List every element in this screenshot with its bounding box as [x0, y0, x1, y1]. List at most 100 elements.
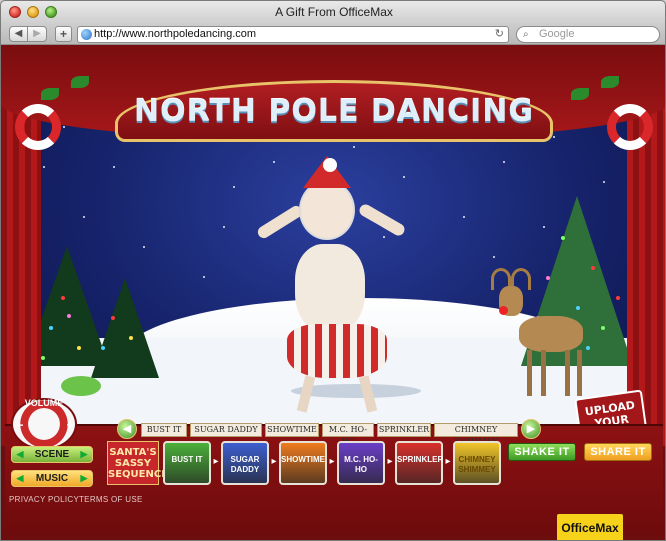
title-bar: A Gift From OfficeMax [1, 1, 665, 23]
window-title: A Gift From OfficeMax [275, 5, 393, 19]
globe-icon [81, 29, 92, 40]
chevron-left-icon: ◀ [14, 28, 23, 39]
santa-striped-shorts [287, 324, 387, 378]
reindeer-nose [499, 306, 508, 315]
santa-body [295, 244, 365, 334]
tree-light [616, 296, 620, 300]
sequence-slot[interactable]: BUST IT [163, 441, 211, 485]
dance-move-tab[interactable]: BUST IT [141, 423, 187, 437]
tree-light [101, 346, 105, 350]
shake-it-button[interactable]: SHAKE IT [508, 443, 576, 461]
santa-arm-left [255, 203, 305, 241]
tree-light [61, 296, 65, 300]
reload-icon[interactable]: ↻ [495, 27, 504, 42]
santa-head [299, 180, 355, 240]
holly-leaf-icon [41, 88, 59, 100]
tree-light [67, 314, 71, 318]
hummingbird [61, 376, 101, 396]
star [43, 166, 45, 168]
dance-move-tab[interactable]: SPRINKLER [377, 423, 431, 437]
close-window-button[interactable] [9, 6, 21, 18]
page-title: NORTH POLE DANCING [133, 94, 535, 129]
tree-light [49, 326, 53, 330]
dance-move-tab[interactable]: CHIMNEY SHIMMEY [434, 423, 518, 446]
zoom-window-button[interactable] [45, 6, 57, 18]
flash-stage: NORTH POLE DANCING UPLOAD YOUR FACE VOLU… [1, 46, 665, 540]
sequence-slot[interactable]: SUGAR DADDY [221, 441, 269, 485]
sequence-slot[interactable]: M.C. HO-HO [337, 441, 385, 485]
sequence-arrow-icon: ▸ [387, 456, 393, 467]
volume-up-button[interactable]: + [63, 418, 77, 432]
minimize-window-button[interactable] [27, 6, 39, 18]
tree-light [111, 316, 115, 320]
scene-toggle[interactable]: ◀ SCENE ▶ [11, 446, 93, 463]
star [503, 161, 505, 163]
officemax-logo[interactable]: OfficeMax [557, 514, 623, 540]
star [493, 256, 495, 258]
chevron-left-icon: ◀ [122, 423, 132, 435]
christmas-tree-left-small [91, 278, 159, 378]
holly-leaf-icon [571, 88, 589, 100]
browser-window: A Gift From OfficeMax ◀ ▶ + http://www.n… [0, 0, 666, 541]
chevron-right-icon[interactable]: ▶ [79, 471, 89, 486]
back-button[interactable]: ◀ [9, 26, 28, 42]
sequence-slot[interactable]: SHOWTIME [279, 441, 327, 485]
title-banner: NORTH POLE DANCING [115, 68, 553, 152]
sequence-arrow-icon: ▸ [329, 456, 335, 467]
scene-label: SCENE [34, 449, 70, 460]
star [553, 136, 555, 138]
star [63, 126, 65, 128]
reindeer [485, 266, 595, 406]
music-toggle[interactable]: ◀ MUSIC ▶ [11, 470, 93, 487]
reindeer-leg [527, 350, 532, 396]
sequence-arrow-icon: ▸ [445, 456, 451, 467]
dance-move-tab[interactable]: M.C. HO-HO [322, 423, 374, 446]
reindeer-leg [577, 350, 582, 396]
candy-cane-left-icon [15, 104, 61, 150]
tree-light [41, 356, 45, 360]
dance-move-tab[interactable]: SUGAR DADDY [190, 423, 262, 437]
volume-label: VOLUME [24, 398, 64, 408]
star [603, 181, 605, 183]
dancing-santa [251, 156, 421, 413]
star [223, 226, 225, 228]
forward-button[interactable]: ▶ [28, 26, 47, 42]
volume-down-button[interactable]: − [13, 418, 27, 432]
santa-arm-right [357, 202, 407, 238]
reindeer-leg [541, 350, 546, 396]
plus-icon: + [59, 27, 67, 41]
sequence-arrow-icon: ▸ [271, 456, 277, 467]
holly-leaf-icon [71, 76, 89, 88]
url-text: http://www.northpoledancing.com [94, 28, 257, 40]
sequence-arrow-icon: ▸ [213, 456, 219, 467]
chevron-left-icon[interactable]: ◀ [15, 471, 25, 486]
santa-hat-pom [323, 158, 337, 172]
dance-moves-bar: BUST ITSUGAR DADDYSHOWTIMEM.C. HO-HOSPRI… [141, 423, 521, 446]
holly-leaf-icon [601, 76, 619, 88]
browser-toolbar: ◀ ▶ + http://www.northpoledancing.com ↻ … [1, 23, 665, 45]
star [203, 276, 205, 278]
sequence-label: SANTA'S SASSY SEQUENCE [107, 441, 168, 485]
chevron-right-icon[interactable]: ▶ [79, 447, 89, 462]
terms-of-use-link[interactable]: TERMS OF USE [79, 495, 143, 504]
search-field[interactable]: ⌕ Google [516, 26, 660, 43]
reindeer-body [519, 316, 583, 352]
star [143, 246, 145, 248]
music-label: MUSIC [35, 473, 69, 484]
moves-scroll-left-button[interactable]: ◀ [117, 419, 137, 439]
chevron-right-icon: ▶ [33, 28, 41, 39]
star [83, 216, 85, 218]
sequence-slot[interactable]: CHIMNEY SHIMMEY [453, 441, 501, 485]
sequence-slot[interactable]: SPRINKLER [395, 441, 443, 485]
chevron-right-icon: ▶ [526, 423, 536, 435]
privacy-policy-link[interactable]: PRIVACY POLICY [9, 495, 79, 504]
moves-scroll-right-button[interactable]: ▶ [521, 419, 541, 439]
chevron-left-icon[interactable]: ◀ [15, 447, 25, 462]
search-placeholder: Google [539, 28, 575, 40]
tree-light [77, 346, 81, 350]
share-it-button[interactable]: SHARE IT [584, 443, 652, 461]
candy-cane-right-icon [607, 104, 653, 150]
address-bar[interactable]: http://www.northpoledancing.com ↻ [77, 26, 509, 43]
add-bookmark-button[interactable]: + [55, 26, 72, 42]
dance-move-tab[interactable]: SHOWTIME [265, 423, 319, 437]
